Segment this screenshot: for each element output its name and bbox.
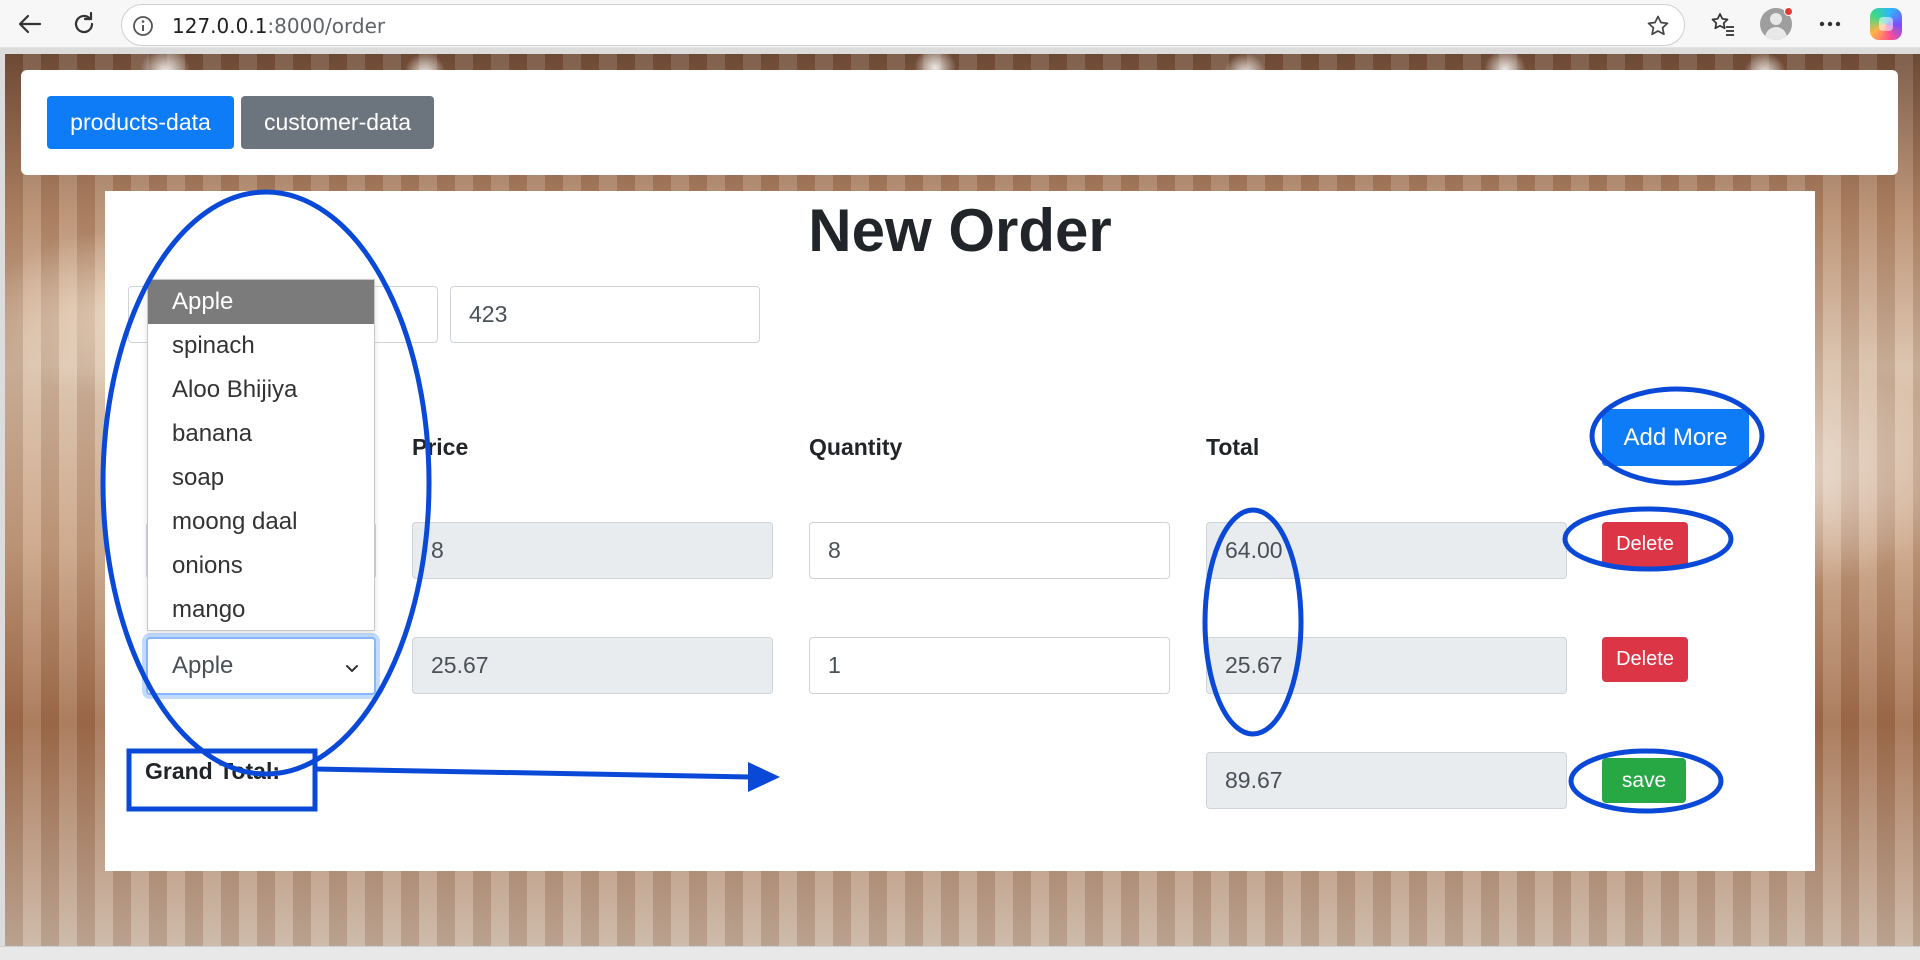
refresh-icon[interactable] [68,8,100,40]
url-text[interactable]: 127.0.0.1:8000/order [172,14,385,38]
product-dropdown-list[interactable]: Apple spinach Aloo Bhijiya banana soap m… [147,279,375,631]
total-field-row-1: 64.00 [1206,522,1567,579]
status-bar [0,946,1920,960]
product-select-row-2[interactable]: Apple [146,637,376,695]
url-host: 127.0.0.1 [172,14,268,38]
dropdown-option[interactable]: mango [148,588,374,632]
customer-id-field[interactable]: 423 [450,286,760,343]
dropdown-option[interactable]: banana [148,412,374,456]
header-total: Total [1206,434,1260,460]
dropdown-option[interactable]: soap [148,456,374,500]
total-field-row-2: 25.67 [1206,637,1567,694]
favorites-icon[interactable] [1707,8,1739,40]
price-field-row-1: 8 [412,522,773,579]
dropdown-option[interactable]: Aloo Bhijiya [148,368,374,412]
browser-toolbar: 127.0.0.1:8000/order [0,0,1920,48]
dropdown-option[interactable]: onions [148,544,374,588]
header-price: Price [412,434,469,460]
page-title: New Order [808,197,1112,264]
save-button[interactable]: save [1602,758,1686,803]
price-field-row-2: 25.67 [412,637,773,694]
selected-product: Apple [172,652,234,679]
add-more-button[interactable]: Add More [1602,409,1749,466]
copilot-icon[interactable] [1870,8,1902,40]
dropdown-option[interactable]: moong daal [148,500,374,544]
header-quantity: Quantity [809,434,903,460]
back-arrow-icon[interactable] [14,8,46,40]
site-info-icon[interactable] [132,15,154,42]
grand-total-label: Grand Total: [145,758,281,784]
delete-button-row-2[interactable]: Delete [1602,637,1688,682]
quantity-field-row-1[interactable]: 8 [809,522,1170,579]
url-path: :8000/order [267,14,386,38]
delete-button-row-1[interactable]: Delete [1602,522,1688,567]
chevron-down-icon [342,657,362,685]
products-data-button[interactable]: products-data [47,96,234,149]
star-icon[interactable] [1646,14,1670,43]
more-icon[interactable] [1814,8,1846,40]
grand-total-field: 89.67 [1206,752,1567,809]
dropdown-option[interactable]: spinach [148,324,374,368]
notification-dot [1784,7,1793,16]
address-bar[interactable]: 127.0.0.1:8000/order [121,4,1685,46]
dropdown-option[interactable]: Apple [148,280,374,324]
quantity-field-row-2[interactable]: 1 [809,637,1170,694]
customer-data-button[interactable]: customer-data [241,96,434,149]
